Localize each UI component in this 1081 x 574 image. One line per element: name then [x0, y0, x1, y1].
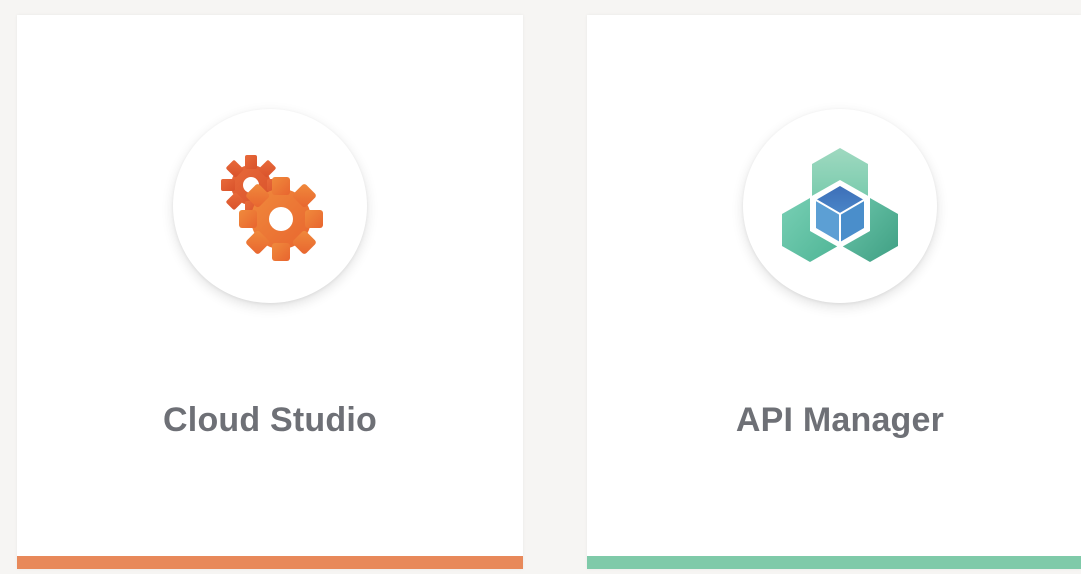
- cloud-studio-card[interactable]: Cloud Studio: [17, 15, 523, 569]
- cloud-studio-icon-badge: [173, 109, 367, 303]
- api-manager-card[interactable]: API Manager: [587, 15, 1081, 569]
- hexagon-cube-icon: [782, 148, 898, 262]
- gears-icon: [221, 155, 323, 261]
- cloud-studio-title: Cloud Studio: [163, 401, 377, 439]
- api-manager-title: API Manager: [735, 401, 945, 439]
- api-manager-accent-bar: [587, 556, 1081, 569]
- api-manager-icon-badge: [743, 109, 937, 303]
- cloud-studio-accent-bar: [17, 556, 523, 569]
